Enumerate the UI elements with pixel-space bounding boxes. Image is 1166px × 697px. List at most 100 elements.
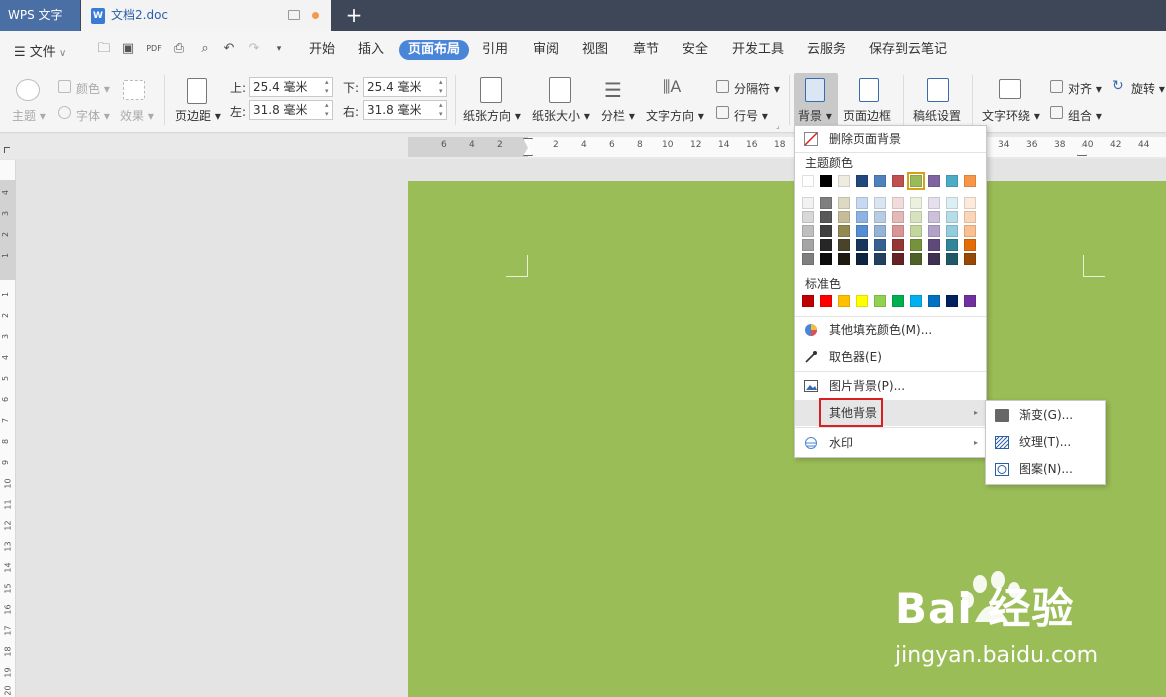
- orientation-button[interactable]: 纸张方向 ▾: [463, 107, 521, 124]
- file-menu-button[interactable]: ☰ 文件 ∨: [14, 41, 66, 60]
- background-button[interactable]: 背景 ▾: [798, 107, 832, 124]
- color-swatch[interactable]: [838, 225, 850, 237]
- more-fill-colors-item[interactable]: 其他填充颜色(M)...: [795, 317, 986, 343]
- save-icon[interactable]: ▣: [120, 41, 136, 57]
- color-swatch[interactable]: [820, 225, 832, 237]
- color-swatch[interactable]: [892, 295, 904, 307]
- tab-references[interactable]: 引用: [482, 40, 508, 60]
- color-swatch[interactable]: [874, 225, 886, 237]
- fonts-button[interactable]: 字体 ▾: [76, 107, 110, 124]
- color-swatch[interactable]: [964, 175, 976, 187]
- tab-stop-selector[interactable]: [4, 147, 10, 153]
- color-swatch[interactable]: [856, 197, 868, 209]
- document-tab[interactable]: W 文档2.doc: [81, 0, 331, 31]
- rotate-button[interactable]: 旋转 ▾: [1131, 80, 1165, 97]
- tab-page-layout[interactable]: 页面布局: [399, 40, 470, 60]
- color-swatch[interactable]: [838, 197, 850, 209]
- color-swatch[interactable]: [892, 225, 904, 237]
- color-swatch[interactable]: [910, 239, 922, 251]
- tab-save-to-cloud-notes[interactable]: 保存到云笔记: [869, 40, 947, 60]
- tab-view[interactable]: 视图: [582, 40, 608, 60]
- margins-button[interactable]: 页边距 ▾: [175, 107, 221, 124]
- paper-setup-button[interactable]: 稿纸设置: [913, 107, 961, 124]
- customize-icon[interactable]: ▾: [271, 41, 287, 57]
- page-border-button[interactable]: 页面边框: [843, 107, 891, 124]
- color-swatch[interactable]: [964, 225, 976, 237]
- color-swatch[interactable]: [820, 295, 832, 307]
- color-swatch[interactable]: [802, 239, 814, 251]
- color-swatch[interactable]: [874, 239, 886, 251]
- page-setup-launcher-icon[interactable]: ⌟: [776, 121, 780, 130]
- color-swatch[interactable]: [820, 239, 832, 251]
- color-swatch[interactable]: [910, 197, 922, 209]
- color-swatch[interactable]: [907, 172, 925, 190]
- texture-item[interactable]: 纹理(T)...: [986, 429, 1105, 456]
- columns-button[interactable]: 分栏 ▾: [601, 107, 635, 124]
- color-swatch[interactable]: [838, 295, 850, 307]
- bottom-margin-input[interactable]: 25.4 毫米: [363, 77, 447, 97]
- color-swatch[interactable]: [928, 197, 940, 209]
- open-folder-icon[interactable]: 🗀: [96, 41, 112, 57]
- color-swatch[interactable]: [928, 211, 940, 223]
- tab-review[interactable]: 审阅: [533, 40, 559, 60]
- color-swatch[interactable]: [802, 253, 814, 265]
- right-margin-input[interactable]: 31.8 毫米: [363, 100, 447, 120]
- color-swatch[interactable]: [946, 197, 958, 209]
- color-swatch[interactable]: [856, 211, 868, 223]
- color-swatch[interactable]: [946, 175, 958, 187]
- breaks-button[interactable]: 分隔符 ▾: [734, 80, 780, 97]
- color-swatch[interactable]: [928, 175, 940, 187]
- paper-size-button[interactable]: 纸张大小 ▾: [532, 107, 590, 124]
- color-swatch[interactable]: [874, 175, 886, 187]
- top-margin-input[interactable]: 25.4 毫米: [249, 77, 333, 97]
- color-swatch[interactable]: [946, 239, 958, 251]
- watermark-item[interactable]: 水印 ▸: [795, 430, 986, 456]
- color-swatch[interactable]: [892, 253, 904, 265]
- align-button[interactable]: 对齐 ▾: [1068, 80, 1102, 97]
- new-tab-button[interactable]: +: [342, 3, 366, 27]
- color-swatch[interactable]: [802, 197, 814, 209]
- line-numbers-button[interactable]: 行号 ▾: [734, 107, 768, 124]
- color-swatch[interactable]: [820, 211, 832, 223]
- color-swatch[interactable]: [838, 239, 850, 251]
- color-swatch[interactable]: [838, 253, 850, 265]
- app-tab[interactable]: WPS 文字: [0, 0, 80, 31]
- color-swatch[interactable]: [874, 211, 886, 223]
- theme-button[interactable]: 主题 ▾: [12, 107, 46, 124]
- color-swatch[interactable]: [802, 211, 814, 223]
- text-direction-button[interactable]: 文字方向 ▾: [646, 107, 704, 124]
- color-swatch[interactable]: [838, 175, 850, 187]
- color-swatch[interactable]: [946, 225, 958, 237]
- color-swatch[interactable]: [820, 175, 832, 187]
- color-swatch[interactable]: [928, 225, 940, 237]
- pattern-item[interactable]: 图案(N)...: [986, 456, 1105, 483]
- tab-cloud-services[interactable]: 云服务: [807, 40, 846, 60]
- color-swatch[interactable]: [928, 253, 940, 265]
- eyedropper-item[interactable]: 取色器(E): [795, 344, 986, 370]
- color-swatch[interactable]: [946, 253, 958, 265]
- color-swatch[interactable]: [910, 225, 922, 237]
- color-swatch[interactable]: [910, 295, 922, 307]
- color-swatch[interactable]: [802, 225, 814, 237]
- color-swatch[interactable]: [964, 211, 976, 223]
- undo-icon[interactable]: ↶: [221, 41, 237, 57]
- color-swatch[interactable]: [820, 253, 832, 265]
- effects-button[interactable]: 效果 ▾: [120, 107, 154, 124]
- color-swatch[interactable]: [964, 197, 976, 209]
- color-swatch[interactable]: [856, 253, 868, 265]
- color-swatch[interactable]: [946, 211, 958, 223]
- color-swatch[interactable]: [802, 295, 814, 307]
- tab-sections[interactable]: 章节: [633, 40, 659, 60]
- color-swatch[interactable]: [802, 175, 814, 187]
- tab-home[interactable]: 开始: [309, 40, 335, 60]
- color-swatch[interactable]: [856, 295, 868, 307]
- color-swatch[interactable]: [892, 175, 904, 187]
- group-button[interactable]: 组合 ▾: [1068, 107, 1102, 124]
- color-swatch[interactable]: [892, 239, 904, 251]
- text-wrap-button[interactable]: 文字环绕 ▾: [982, 107, 1040, 124]
- color-swatch[interactable]: [856, 175, 868, 187]
- color-swatch[interactable]: [964, 239, 976, 251]
- colors-button[interactable]: 颜色 ▾: [76, 80, 110, 97]
- vertical-ruler[interactable]: 4 3 2 1 1 2 3 4 5 6 7 8 9 10 11 12 13 14…: [0, 160, 16, 697]
- left-margin-input[interactable]: 31.8 毫米: [249, 100, 333, 120]
